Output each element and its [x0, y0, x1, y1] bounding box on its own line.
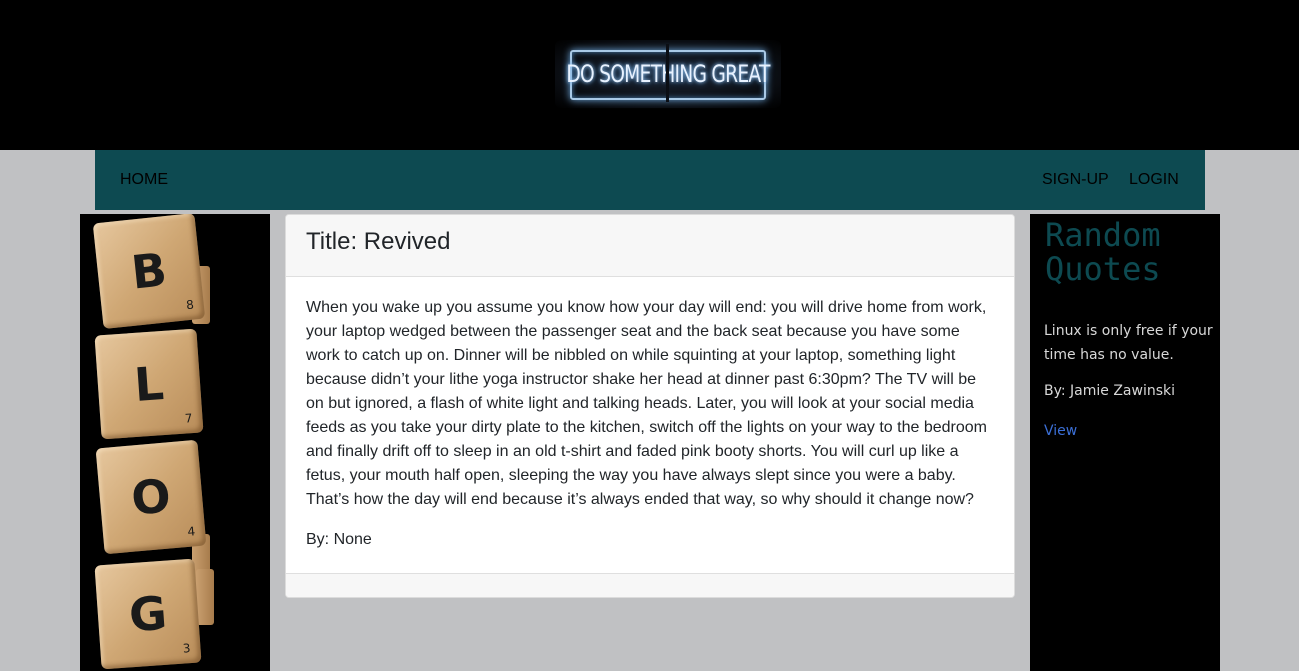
post-title: Title: Revived	[306, 228, 451, 255]
quote-view-link[interactable]: View	[1044, 423, 1077, 439]
post-card-footer	[286, 573, 1014, 597]
tile-b: B 8	[92, 214, 206, 330]
nav-login-link[interactable]: LOGIN	[1129, 171, 1179, 189]
tile-number: 4	[186, 524, 196, 539]
tile-g: G 3	[94, 558, 202, 670]
post-card-header: Title: Revived	[286, 215, 1014, 277]
post-card: Title: Revived When you wake up you assu…	[285, 214, 1015, 598]
nav-signup-link[interactable]: SIGN-UP	[1042, 171, 1109, 189]
random-quotes-panel: Random Quotes Linux is only free if your…	[1030, 214, 1220, 671]
quotes-title: Random Quotes	[1045, 216, 1161, 288]
quote-text: Linux is only free if your time has no v…	[1044, 323, 1213, 363]
site-header: DO SOMETHING GREAT	[0, 0, 1299, 150]
logo-divider	[666, 44, 669, 102]
tile-edge	[196, 569, 214, 625]
blog-tiles-image: B 8 L 7 O 4 G 3	[80, 214, 270, 671]
nav-home-link[interactable]: HOME	[120, 171, 168, 189]
tile-l: L 7	[94, 328, 204, 440]
tile-number: 7	[184, 411, 193, 426]
tile-number: 3	[182, 641, 191, 656]
main-navbar: HOME SIGN-UP LOGIN	[95, 150, 1205, 210]
post-author: By: None	[306, 531, 372, 548]
site-logo[interactable]: DO SOMETHING GREAT	[555, 40, 781, 108]
tile-number: 8	[185, 297, 195, 313]
tile-o: O 4	[95, 439, 207, 555]
quote-author: By: Jamie Zawinski	[1044, 383, 1176, 399]
post-body: When you wake up you assume you know how…	[306, 299, 987, 508]
